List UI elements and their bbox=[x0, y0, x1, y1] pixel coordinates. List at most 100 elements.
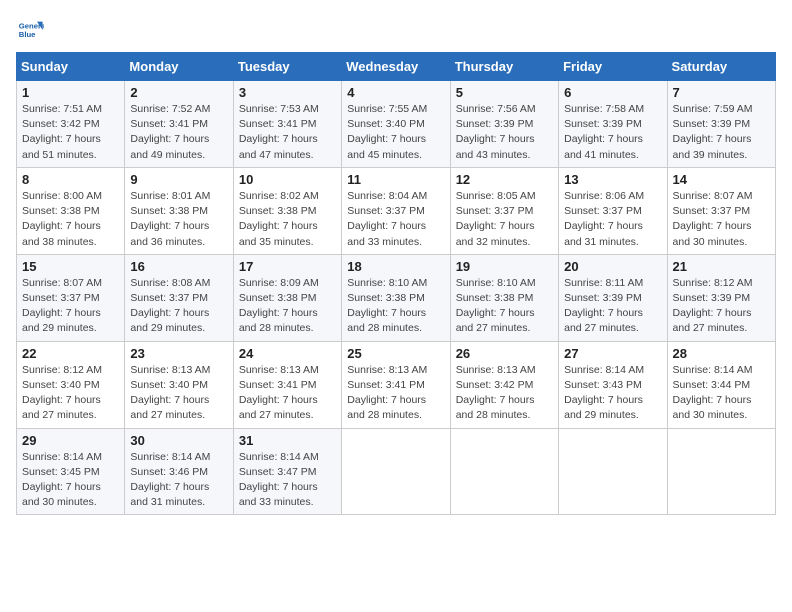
day-info: Sunrise: 8:12 AM Sunset: 3:40 PM Dayligh… bbox=[22, 363, 119, 424]
calendar-cell: 15 Sunrise: 8:07 AM Sunset: 3:37 PM Dayli… bbox=[17, 254, 125, 341]
day-number: 11 bbox=[347, 172, 444, 187]
calendar-cell: 19 Sunrise: 8:10 AM Sunset: 3:38 PM Dayli… bbox=[450, 254, 558, 341]
day-number: 4 bbox=[347, 85, 444, 100]
calendar-cell: 4 Sunrise: 7:55 AM Sunset: 3:40 PM Daylig… bbox=[342, 81, 450, 168]
day-info: Sunrise: 8:14 AM Sunset: 3:46 PM Dayligh… bbox=[130, 450, 227, 511]
day-info: Sunrise: 8:12 AM Sunset: 3:39 PM Dayligh… bbox=[673, 276, 770, 337]
calendar-cell: 26 Sunrise: 8:13 AM Sunset: 3:42 PM Dayli… bbox=[450, 341, 558, 428]
calendar-cell: 8 Sunrise: 8:00 AM Sunset: 3:38 PM Daylig… bbox=[17, 167, 125, 254]
day-number: 2 bbox=[130, 85, 227, 100]
day-info: Sunrise: 8:02 AM Sunset: 3:38 PM Dayligh… bbox=[239, 189, 336, 250]
day-number: 22 bbox=[22, 346, 119, 361]
day-info: Sunrise: 8:13 AM Sunset: 3:42 PM Dayligh… bbox=[456, 363, 553, 424]
day-number: 30 bbox=[130, 433, 227, 448]
day-number: 31 bbox=[239, 433, 336, 448]
day-number: 12 bbox=[456, 172, 553, 187]
calendar-cell: 13 Sunrise: 8:06 AM Sunset: 3:37 PM Dayli… bbox=[559, 167, 667, 254]
calendar-cell: 5 Sunrise: 7:56 AM Sunset: 3:39 PM Daylig… bbox=[450, 81, 558, 168]
calendar-cell: 28 Sunrise: 8:14 AM Sunset: 3:44 PM Dayli… bbox=[667, 341, 775, 428]
header-thursday: Thursday bbox=[450, 53, 558, 81]
calendar-cell: 22 Sunrise: 8:12 AM Sunset: 3:40 PM Dayli… bbox=[17, 341, 125, 428]
day-number: 13 bbox=[564, 172, 661, 187]
calendar-cell: 25 Sunrise: 8:13 AM Sunset: 3:41 PM Dayli… bbox=[342, 341, 450, 428]
calendar-cell: 17Sunrise: 8:09 AM Sunset: 3:38 PM Dayli… bbox=[233, 254, 341, 341]
header-sunday: Sunday bbox=[17, 53, 125, 81]
calendar-cell: 3Sunrise: 7:53 AM Sunset: 3:41 PM Daylig… bbox=[233, 81, 341, 168]
day-number: 18 bbox=[347, 259, 444, 274]
day-info: Sunrise: 8:10 AM Sunset: 3:38 PM Dayligh… bbox=[456, 276, 553, 337]
calendar-week-1: 1 Sunrise: 7:51 AM Sunset: 3:42 PM Daylig… bbox=[17, 81, 776, 168]
calendar-cell bbox=[667, 428, 775, 515]
calendar-cell: 27Sunrise: 8:14 AM Sunset: 3:43 PM Dayli… bbox=[559, 341, 667, 428]
day-info: Sunrise: 8:08 AM Sunset: 3:37 PM Dayligh… bbox=[130, 276, 227, 337]
calendar-header-row: SundayMondayTuesdayWednesdayThursdayFrid… bbox=[17, 53, 776, 81]
day-number: 21 bbox=[673, 259, 770, 274]
day-info: Sunrise: 8:10 AM Sunset: 3:38 PM Dayligh… bbox=[347, 276, 444, 337]
day-number: 19 bbox=[456, 259, 553, 274]
day-number: 20 bbox=[564, 259, 661, 274]
logo: General Blue bbox=[16, 16, 48, 44]
calendar-cell: 9 Sunrise: 8:01 AM Sunset: 3:38 PM Daylig… bbox=[125, 167, 233, 254]
day-number: 28 bbox=[673, 346, 770, 361]
calendar-cell: 29Sunrise: 8:14 AM Sunset: 3:45 PM Dayli… bbox=[17, 428, 125, 515]
day-number: 27 bbox=[564, 346, 661, 361]
calendar-cell: 12 Sunrise: 8:05 AM Sunset: 3:37 PM Dayli… bbox=[450, 167, 558, 254]
day-info: Sunrise: 7:56 AM Sunset: 3:39 PM Dayligh… bbox=[456, 102, 553, 163]
calendar-week-3: 15 Sunrise: 8:07 AM Sunset: 3:37 PM Dayli… bbox=[17, 254, 776, 341]
day-info: Sunrise: 8:09 AM Sunset: 3:38 PM Dayligh… bbox=[239, 276, 336, 337]
day-number: 9 bbox=[130, 172, 227, 187]
header-wednesday: Wednesday bbox=[342, 53, 450, 81]
day-number: 29 bbox=[22, 433, 119, 448]
day-info: Sunrise: 8:00 AM Sunset: 3:38 PM Dayligh… bbox=[22, 189, 119, 250]
day-info: Sunrise: 8:04 AM Sunset: 3:37 PM Dayligh… bbox=[347, 189, 444, 250]
day-info: Sunrise: 8:13 AM Sunset: 3:40 PM Dayligh… bbox=[130, 363, 227, 424]
day-info: Sunrise: 8:14 AM Sunset: 3:47 PM Dayligh… bbox=[239, 450, 336, 511]
header-friday: Friday bbox=[559, 53, 667, 81]
header-tuesday: Tuesday bbox=[233, 53, 341, 81]
calendar-week-5: 29Sunrise: 8:14 AM Sunset: 3:45 PM Dayli… bbox=[17, 428, 776, 515]
day-number: 6 bbox=[564, 85, 661, 100]
day-info: Sunrise: 8:14 AM Sunset: 3:44 PM Dayligh… bbox=[673, 363, 770, 424]
day-info: Sunrise: 8:13 AM Sunset: 3:41 PM Dayligh… bbox=[239, 363, 336, 424]
calendar-cell: 30 Sunrise: 8:14 AM Sunset: 3:46 PM Dayli… bbox=[125, 428, 233, 515]
day-info: Sunrise: 8:05 AM Sunset: 3:37 PM Dayligh… bbox=[456, 189, 553, 250]
day-info: Sunrise: 8:06 AM Sunset: 3:37 PM Dayligh… bbox=[564, 189, 661, 250]
header-saturday: Saturday bbox=[667, 53, 775, 81]
calendar-cell: 16 Sunrise: 8:08 AM Sunset: 3:37 PM Dayli… bbox=[125, 254, 233, 341]
calendar-cell: 1 Sunrise: 7:51 AM Sunset: 3:42 PM Daylig… bbox=[17, 81, 125, 168]
day-info: Sunrise: 7:52 AM Sunset: 3:41 PM Dayligh… bbox=[130, 102, 227, 163]
day-number: 16 bbox=[130, 259, 227, 274]
calendar-cell: 20Sunrise: 8:11 AM Sunset: 3:39 PM Dayli… bbox=[559, 254, 667, 341]
day-info: Sunrise: 8:01 AM Sunset: 3:38 PM Dayligh… bbox=[130, 189, 227, 250]
day-info: Sunrise: 7:53 AM Sunset: 3:41 PM Dayligh… bbox=[239, 102, 336, 163]
day-number: 25 bbox=[347, 346, 444, 361]
day-number: 24 bbox=[239, 346, 336, 361]
calendar-cell: 10Sunrise: 8:02 AM Sunset: 3:38 PM Dayli… bbox=[233, 167, 341, 254]
calendar-cell: 7Sunrise: 7:59 AM Sunset: 3:39 PM Daylig… bbox=[667, 81, 775, 168]
calendar-body: 1 Sunrise: 7:51 AM Sunset: 3:42 PM Daylig… bbox=[17, 81, 776, 515]
day-info: Sunrise: 8:13 AM Sunset: 3:41 PM Dayligh… bbox=[347, 363, 444, 424]
calendar-cell: 21 Sunrise: 8:12 AM Sunset: 3:39 PM Dayli… bbox=[667, 254, 775, 341]
calendar-cell: 24 Sunrise: 8:13 AM Sunset: 3:41 PM Dayli… bbox=[233, 341, 341, 428]
calendar-cell: 14Sunrise: 8:07 AM Sunset: 3:37 PM Dayli… bbox=[667, 167, 775, 254]
calendar-cell bbox=[559, 428, 667, 515]
day-number: 1 bbox=[22, 85, 119, 100]
day-number: 15 bbox=[22, 259, 119, 274]
calendar-cell: 11 Sunrise: 8:04 AM Sunset: 3:37 PM Dayli… bbox=[342, 167, 450, 254]
day-info: Sunrise: 8:07 AM Sunset: 3:37 PM Dayligh… bbox=[673, 189, 770, 250]
day-info: Sunrise: 7:55 AM Sunset: 3:40 PM Dayligh… bbox=[347, 102, 444, 163]
day-number: 26 bbox=[456, 346, 553, 361]
day-number: 5 bbox=[456, 85, 553, 100]
day-info: Sunrise: 8:07 AM Sunset: 3:37 PM Dayligh… bbox=[22, 276, 119, 337]
page-header: General Blue bbox=[16, 16, 776, 44]
calendar-cell: 2 Sunrise: 7:52 AM Sunset: 3:41 PM Daylig… bbox=[125, 81, 233, 168]
day-number: 8 bbox=[22, 172, 119, 187]
day-info: Sunrise: 7:58 AM Sunset: 3:39 PM Dayligh… bbox=[564, 102, 661, 163]
day-info: Sunrise: 7:51 AM Sunset: 3:42 PM Dayligh… bbox=[22, 102, 119, 163]
day-number: 23 bbox=[130, 346, 227, 361]
calendar-cell: 18 Sunrise: 8:10 AM Sunset: 3:38 PM Dayli… bbox=[342, 254, 450, 341]
calendar-cell bbox=[342, 428, 450, 515]
calendar-cell: 23 Sunrise: 8:13 AM Sunset: 3:40 PM Dayli… bbox=[125, 341, 233, 428]
calendar-cell bbox=[450, 428, 558, 515]
day-number: 7 bbox=[673, 85, 770, 100]
